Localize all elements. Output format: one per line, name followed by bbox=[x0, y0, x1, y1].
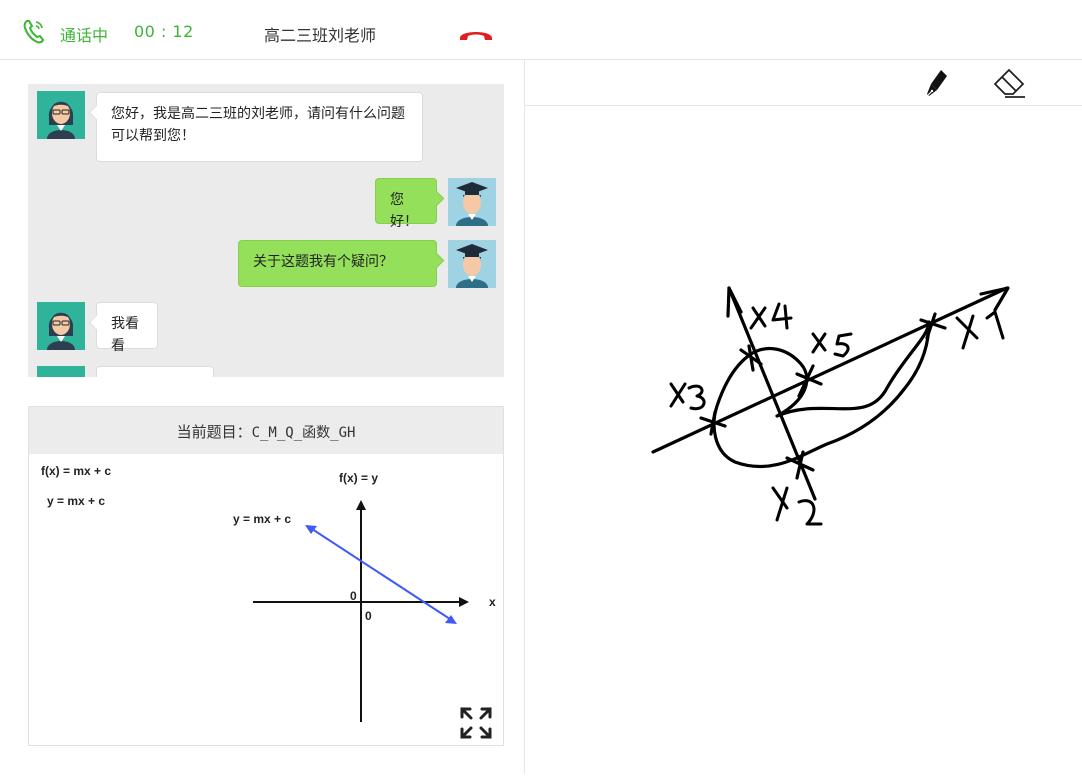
chat-message-teacher bbox=[96, 366, 214, 377]
chat-message-teacher: 我看看 bbox=[96, 302, 158, 354]
question-code: C_M_Q_函数_GH bbox=[251, 425, 356, 441]
student-avatar bbox=[448, 240, 496, 288]
teacher-avatar bbox=[37, 366, 85, 377]
chat-message-student: 您好！ bbox=[375, 178, 437, 230]
x-axis-arrow bbox=[459, 597, 469, 607]
question-panel: 当前题目：C_M_Q_函数_GH f(x) = mx + c y = mx + … bbox=[28, 406, 504, 746]
phone-call-icon bbox=[23, 20, 45, 44]
chat-panel[interactable]: 您好，我是高二三班的刘老师，请问有什么问题可以帮到您！ 您好！ 关于这题我有个疑… bbox=[28, 84, 504, 377]
line-arrow-start bbox=[305, 525, 317, 534]
question-header: 当前题目：C_M_Q_函数_GH bbox=[29, 407, 503, 454]
sketch-labels bbox=[669, 302, 1005, 526]
pen-icon[interactable] bbox=[923, 66, 951, 100]
student-avatar bbox=[448, 178, 496, 226]
teacher-avatar bbox=[37, 302, 85, 350]
whiteboard-toolbar bbox=[525, 60, 1082, 106]
teacher-avatar bbox=[37, 91, 85, 139]
expand-icon[interactable] bbox=[459, 706, 493, 740]
question-figure: f(x) = mx + c y = mx + c f(x) = y y = mx… bbox=[29, 454, 503, 746]
y-axis-arrow bbox=[356, 500, 366, 510]
question-label: 当前题目： bbox=[176, 423, 252, 441]
call-header: 通话中 00 : 12 高二三班刘老师 bbox=[0, 0, 1082, 60]
chat-message-student: 关于这题我有个疑问？ bbox=[238, 240, 437, 287]
eraser-icon[interactable] bbox=[991, 66, 1027, 100]
hang-up-icon[interactable] bbox=[458, 26, 494, 42]
coordinate-graph bbox=[253, 500, 469, 722]
handwritten-sketch bbox=[651, 286, 1010, 526]
function-line bbox=[308, 526, 454, 622]
call-timer: 00 : 12 bbox=[134, 22, 194, 41]
whiteboard-canvas[interactable] bbox=[525, 106, 1082, 774]
call-status: 通话中 bbox=[60, 26, 109, 45]
chat-message-teacher: 您好，我是高二三班的刘老师，请问有什么问题可以帮到您！ bbox=[96, 92, 423, 162]
contact-name: 高二三班刘老师 bbox=[264, 26, 377, 45]
